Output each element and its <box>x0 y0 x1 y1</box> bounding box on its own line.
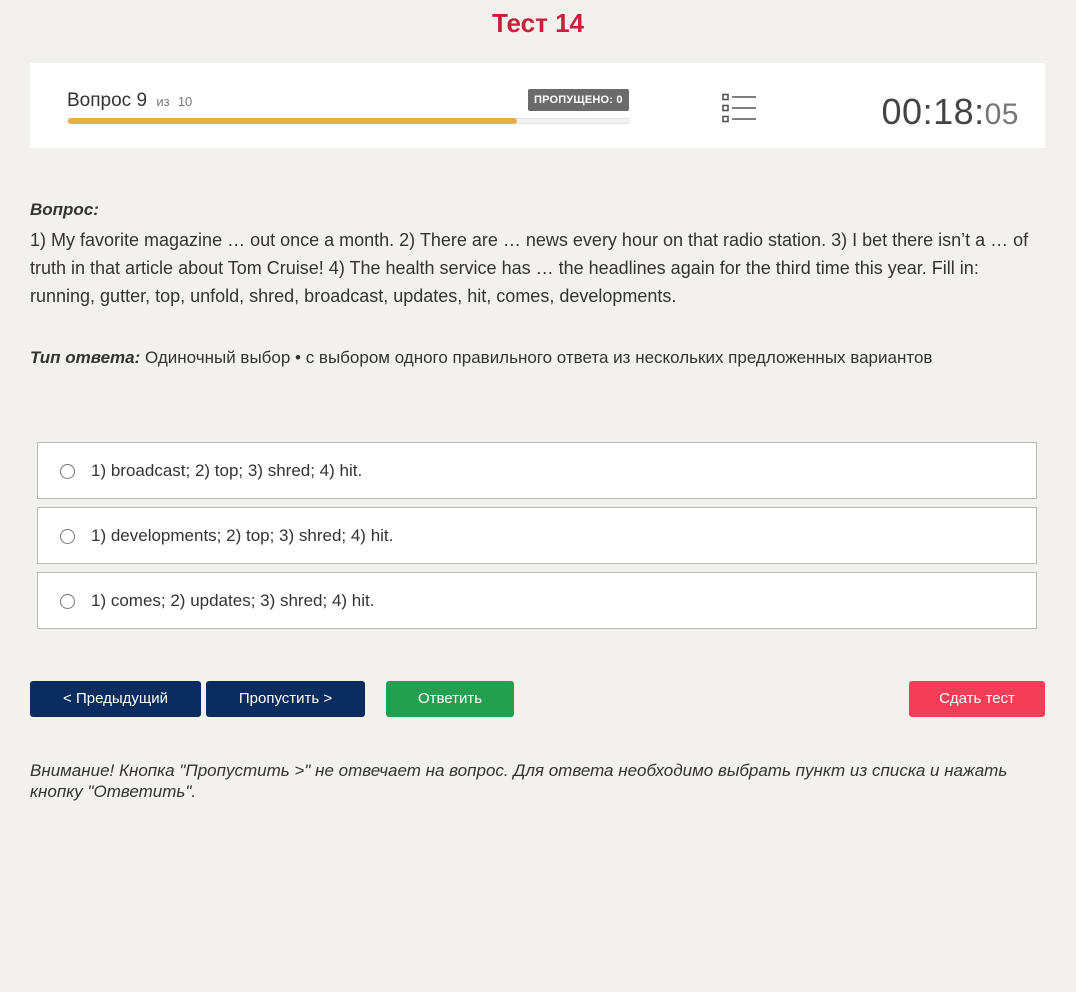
question-of-label: из <box>156 94 170 109</box>
answer-type-value: Одиночный выбор • с выбором одного прави… <box>145 348 933 367</box>
answer-option[interactable]: 1) broadcast; 2) top; 3) shred; 4) hit. <box>37 442 1037 499</box>
previous-button[interactable]: < Предыдущий <box>30 681 201 717</box>
question-number: 9 <box>136 90 148 111</box>
answer-options: 1) broadcast; 2) top; 3) shred; 4) hit. … <box>37 442 1037 637</box>
list-icon[interactable] <box>722 93 758 123</box>
answer-option-label: 1) comes; 2) updates; 3) shred; 4) hit. <box>91 591 375 610</box>
radio-button[interactable] <box>60 464 75 479</box>
skipped-badge: ПРОПУЩЕНО: 0 <box>528 89 629 111</box>
answer-option-label: 1) broadcast; 2) top; 3) shred; 4) hit. <box>91 461 363 480</box>
timer-seconds: 05 <box>984 98 1019 131</box>
question-counter: Вопрос 9 из 10 <box>67 90 192 112</box>
page-title: Тест 14 <box>491 8 585 38</box>
radio-button[interactable] <box>60 594 75 609</box>
answer-option[interactable]: 1) comes; 2) updates; 3) shred; 4) hit. <box>37 572 1037 629</box>
timer: 00:18:05 <box>882 91 1019 133</box>
answer-button[interactable]: Ответить <box>386 681 514 717</box>
skip-button[interactable]: Пропустить > <box>206 681 365 717</box>
question-block: Вопрос: 1) My favorite magazine … out on… <box>30 200 1040 310</box>
answer-type: Тип ответа: Одиночный выбор • с выбором … <box>30 348 932 368</box>
question-label: Вопрос <box>67 90 132 111</box>
answer-option[interactable]: 1) developments; 2) top; 3) shred; 4) hi… <box>37 507 1037 564</box>
submit-test-button[interactable]: Сдать тест <box>909 681 1045 717</box>
notice-text: Внимание! Кнопка "Пропустить >" не отвеч… <box>30 761 1008 801</box>
answer-type-label: Тип ответа: <box>30 348 141 367</box>
question-text: 1) My favorite magazine … out once a mon… <box>30 230 1029 306</box>
answer-option-label: 1) developments; 2) top; 3) shred; 4) hi… <box>91 526 394 545</box>
radio-button[interactable] <box>60 529 75 544</box>
progress-bar <box>67 118 630 124</box>
timer-main: 00:18: <box>881 91 985 132</box>
question-header-panel: Вопрос 9 из 10 ПРОПУЩЕНО: 0 00:18:05 <box>30 63 1045 148</box>
question-heading: Вопрос: <box>30 200 99 219</box>
progress-bar-fill <box>68 118 517 124</box>
question-total: 10 <box>177 94 193 109</box>
